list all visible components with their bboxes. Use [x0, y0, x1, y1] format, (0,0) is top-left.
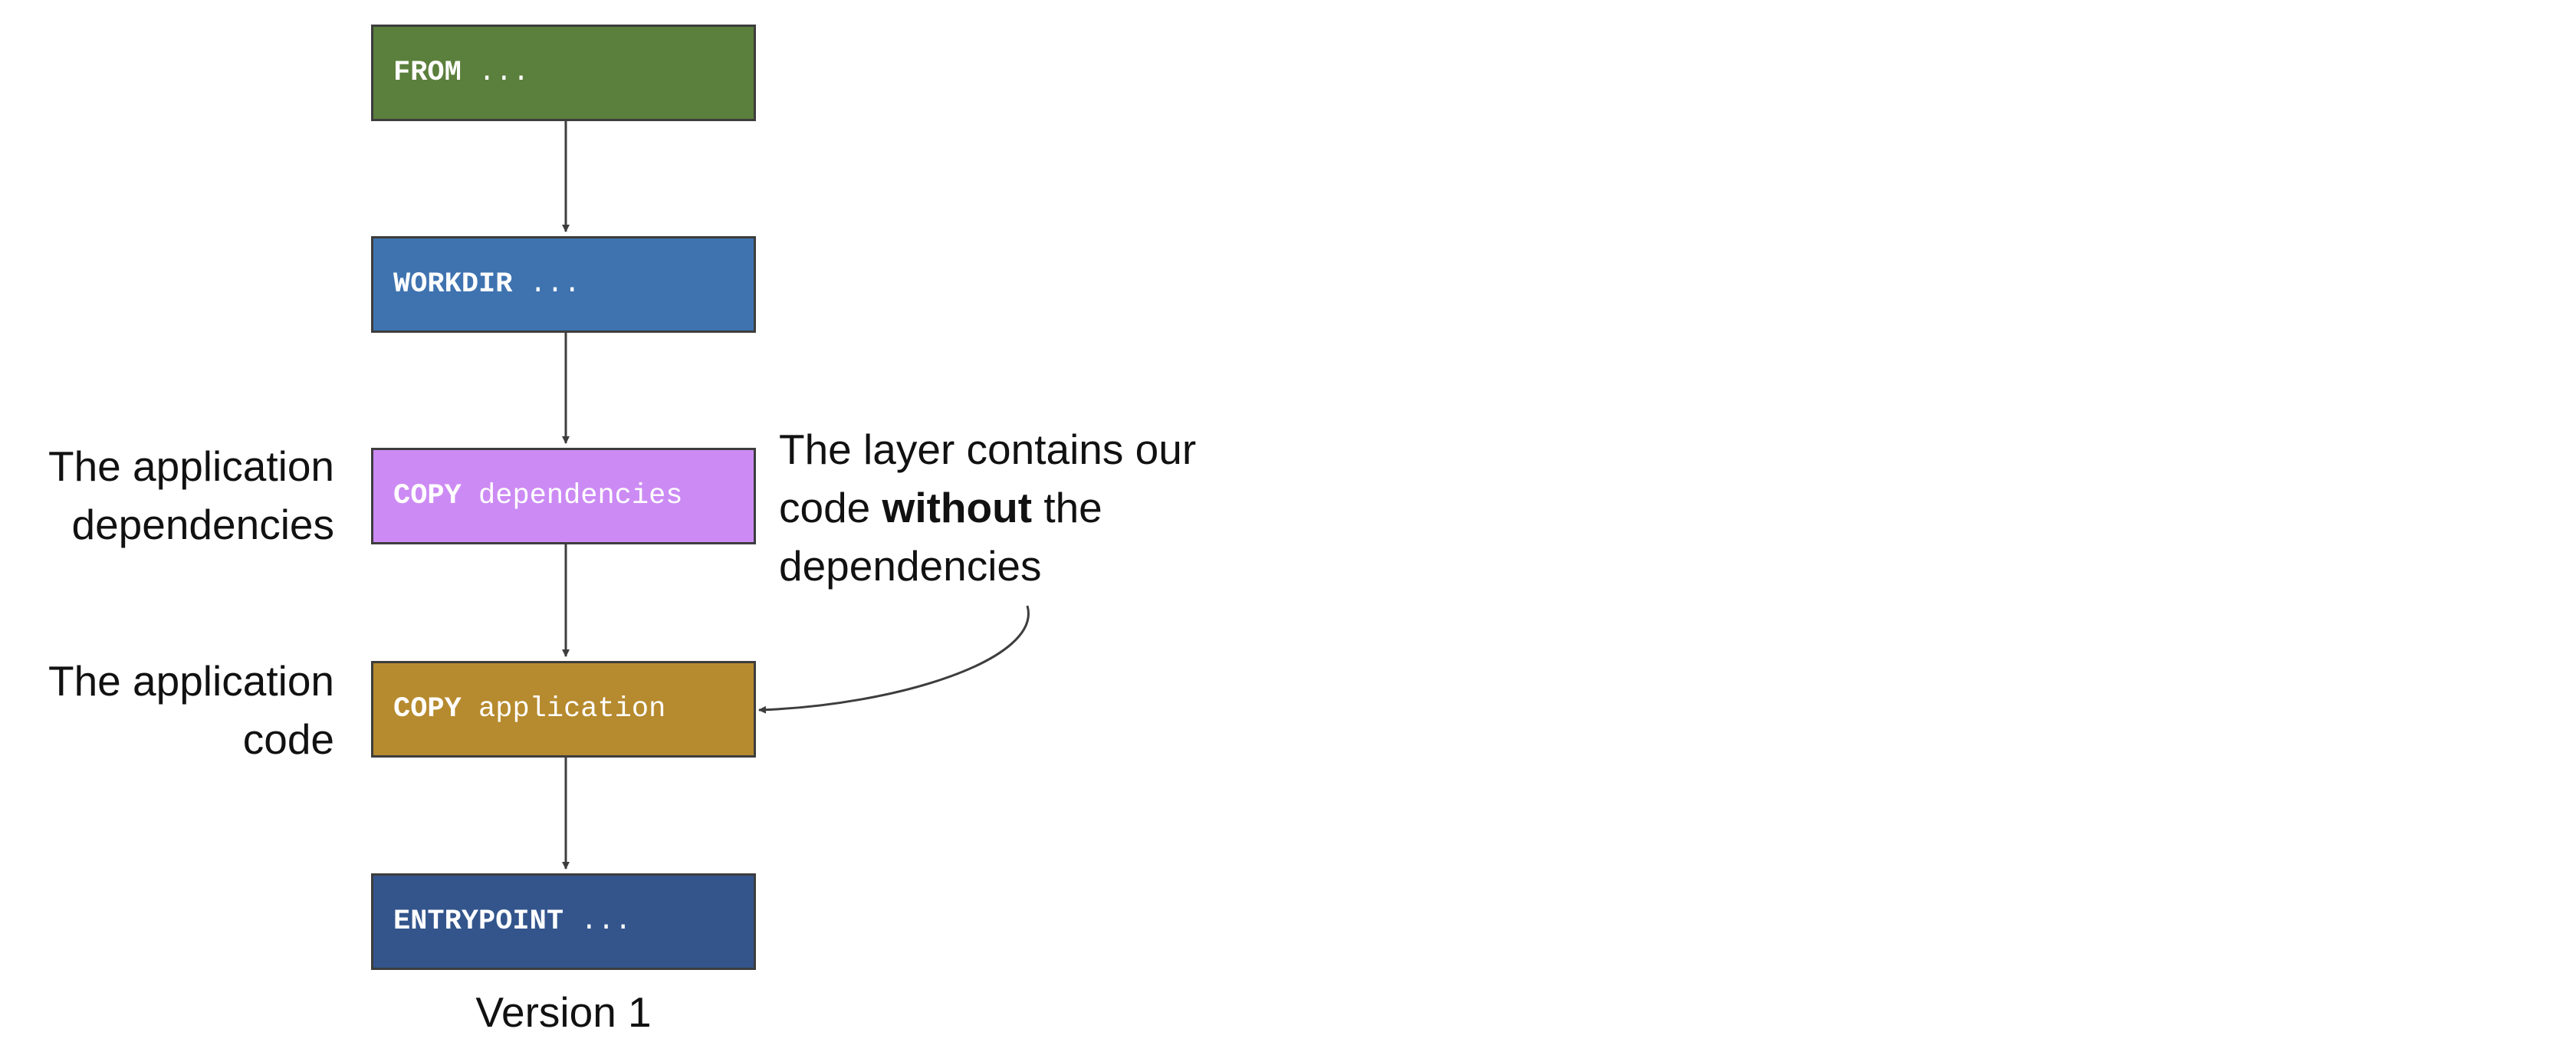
layer-entrypoint-space [564, 906, 580, 938]
layer-copy-dependencies-keyword: COPY [393, 480, 462, 512]
layer-copy-dependencies-arg: dependencies [478, 480, 683, 512]
layer-from-arg: ... [478, 57, 530, 89]
layer-workdir: WORKDIR ... [371, 236, 756, 333]
label-application-dependencies-line1: The application [48, 442, 334, 490]
layer-entrypoint-keyword: ENTRYPOINT [393, 906, 564, 938]
layer-copy-application: COPY application [371, 661, 756, 758]
layer-copy-dependencies-space [462, 480, 478, 512]
layer-copy-dependencies: COPY dependencies [371, 448, 756, 544]
annotation-line1: The layer contains our [779, 426, 1197, 473]
layer-entrypoint: ENTRYPOINT ... [371, 873, 756, 970]
label-application-code-line1: The application [48, 657, 334, 705]
layer-copy-application-space [462, 693, 478, 725]
annotation-layer-note: The layer contains our code without the … [779, 420, 1196, 595]
annotation-line3: dependencies [779, 542, 1042, 590]
layer-from-keyword: FROM [393, 57, 462, 89]
annotation-line2-bold: without [882, 484, 1033, 531]
label-application-code: The application code [48, 652, 334, 768]
layer-from: FROM ... [371, 25, 756, 121]
layer-workdir-space [512, 268, 529, 301]
layer-copy-application-arg: application [478, 693, 666, 725]
annotation-line2-before: code [779, 484, 871, 531]
label-application-dependencies-line2: dependencies [71, 501, 334, 548]
layer-from-space [462, 57, 478, 89]
layer-workdir-arg: ... [529, 268, 581, 301]
annotation-line2-after: the [1043, 484, 1102, 531]
annotation-curved-arrow [758, 605, 1030, 714]
version-caption: Version 1 [475, 988, 652, 1036]
label-application-dependencies: The application dependencies [48, 437, 334, 554]
label-application-code-line2: code [242, 715, 334, 763]
layer-workdir-keyword: WORKDIR [393, 268, 513, 301]
annotation-line2: code without the [779, 478, 1196, 537]
dockerfile-layers-diagram: FROM ... WORKDIR ... COPY dependencies C… [0, 0, 2576, 1052]
layer-copy-application-keyword: COPY [393, 693, 462, 725]
layer-entrypoint-arg: ... [580, 906, 632, 938]
